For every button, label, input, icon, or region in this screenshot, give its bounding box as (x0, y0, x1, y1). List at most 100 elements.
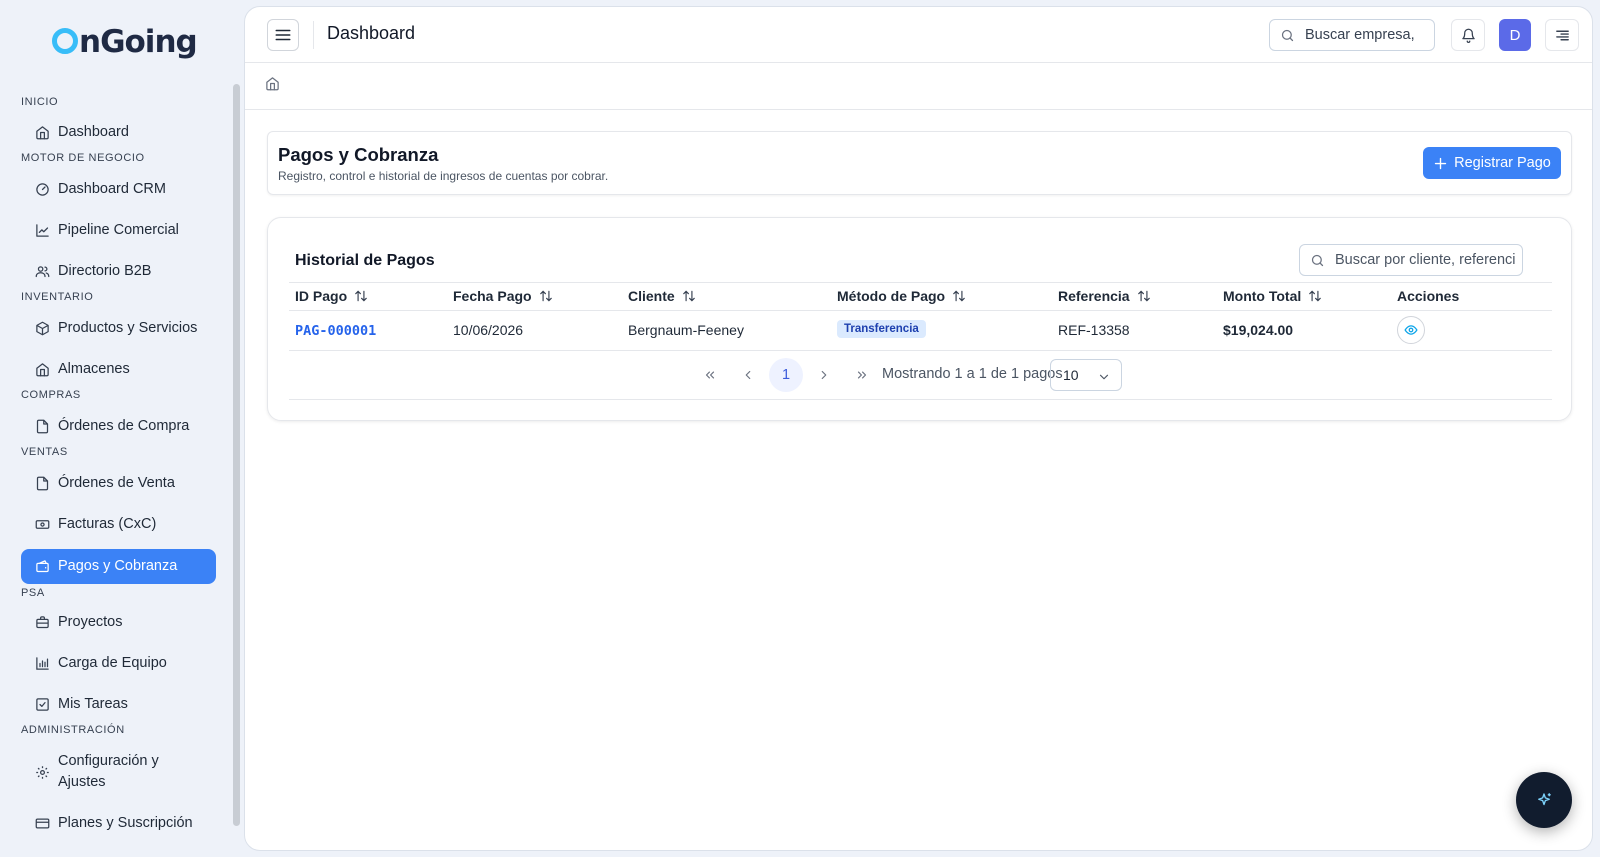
sidebar-item-label: Proyectos (58, 614, 123, 630)
file-icon (36, 419, 49, 434)
column-header-label: Acciones (1397, 288, 1460, 304)
sidebar-item-almacenes[interactable]: Almacenes (21, 359, 216, 380)
chart-line-icon (36, 224, 49, 237)
sidebar-item-pipeline[interactable]: Pipeline Comercial (21, 220, 216, 241)
column-header-label: ID Pago (295, 288, 348, 304)
sidebar-nav: INICIO Dashboard MOTOR DE NEGOCIO Dashbo… (0, 90, 226, 857)
total-amount: $19,024.00 (1223, 322, 1294, 338)
logo-o-mark (52, 28, 78, 54)
table-title: Historial de Pagos (295, 252, 435, 269)
global-search[interactable] (1269, 19, 1435, 51)
prev-page-button[interactable] (731, 358, 765, 392)
column-header-id[interactable]: ID Pago (295, 288, 368, 304)
section-label-inventario: INVENTARIO (21, 291, 94, 303)
search-icon (1311, 254, 1324, 266)
sidebar-item-label: Pagos y Cobranza (58, 558, 178, 574)
sort-icon (682, 290, 695, 302)
section-label-admin: ADMINISTRACIÓN (21, 724, 125, 736)
chevron-left-icon (745, 370, 751, 380)
last-page-button[interactable] (845, 358, 879, 392)
column-header-label: Método de Pago (837, 288, 946, 304)
column-header-fecha[interactable]: Fecha Pago (453, 288, 553, 304)
topbar-divider (313, 21, 314, 49)
client-name: Bergnaum-Feeney (628, 322, 744, 338)
section-label-psa: PSA (21, 587, 45, 599)
sidebar-item-label: Planes y Suscripción (58, 815, 193, 831)
sort-icon (1137, 290, 1150, 302)
plus-icon (1434, 157, 1447, 169)
sidebar-item-label: Facturas (CxC) (58, 516, 157, 532)
reference: REF-13358 (1058, 322, 1130, 338)
section-label-motor: MOTOR DE NEGOCIO (21, 152, 145, 164)
sidebar-item-facturas[interactable]: Facturas (CxC) (21, 514, 216, 535)
sidebar-item-pagos[interactable]: Pagos y Cobranza (21, 549, 216, 584)
sidebar-item-proyectos[interactable]: Proyectos (21, 612, 216, 633)
topbar: Dashboard D (245, 7, 1592, 63)
column-header-monto[interactable]: Monto Total (1223, 288, 1322, 304)
breadcrumb (245, 63, 1592, 110)
sidebar-item-directorio[interactable]: Directorio B2B (21, 261, 216, 282)
sidebar-item-label: Mis Tareas (58, 696, 128, 712)
app-logo[interactable]: nGoing (52, 24, 198, 60)
sidebar-item-ordenes-compra[interactable]: Órdenes de Compra (21, 416, 216, 437)
payments-table-card: Historial de Pagos ID Pago Fecha Pago Cl… (267, 217, 1572, 421)
column-header-label: Referencia (1058, 288, 1130, 304)
register-payment-label: Registrar Pago (1454, 155, 1551, 171)
first-page-button[interactable] (693, 358, 727, 392)
chevrons-left-icon (705, 371, 715, 379)
sidebar-item-tareas[interactable]: Mis Tareas (21, 694, 216, 715)
right-panel-button[interactable] (1545, 19, 1579, 51)
sidebar-item-label: Dashboard (58, 124, 129, 140)
column-header-metodo[interactable]: Método de Pago (837, 288, 966, 304)
sidebar-item-label: Pipeline Comercial (58, 222, 179, 238)
banknote-icon (35, 520, 50, 529)
table-search-input[interactable] (1335, 252, 1515, 268)
section-label-inicio: INICIO (21, 96, 59, 108)
column-header-label: Monto Total (1223, 288, 1302, 304)
home-icon[interactable] (265, 76, 280, 91)
pagination: 1 Mostrando 1 a 1 de 1 pagos 10 (289, 351, 1552, 400)
sidebar-item-productos[interactable]: Productos y Servicios (21, 318, 216, 339)
page-header-card: Pagos y Cobranza Registro, control e his… (267, 131, 1572, 195)
global-search-input[interactable] (1305, 27, 1415, 43)
column-header-cliente[interactable]: Cliente (628, 288, 696, 304)
chevron-down-icon (1099, 374, 1109, 380)
file-icon (36, 476, 49, 491)
page-size-select[interactable]: 10 (1050, 359, 1122, 391)
view-payment-button[interactable] (1397, 316, 1425, 344)
box-icon (36, 321, 49, 336)
sidebar-item-dashboard-crm[interactable]: Dashboard CRM (21, 179, 216, 200)
ai-assistant-button[interactable] (1516, 772, 1572, 828)
credit-card-icon (35, 818, 50, 829)
sidebar-item-label: Órdenes de Compra (58, 418, 190, 434)
sidebar-item-config[interactable]: Configuración y Ajustes (21, 751, 196, 793)
page-number-button[interactable]: 1 (769, 358, 803, 392)
chevron-right-icon (821, 370, 827, 380)
sidebar-item-ordenes-venta[interactable]: Órdenes de Venta (21, 473, 216, 494)
notifications-button[interactable] (1451, 19, 1485, 51)
bar-chart-icon (36, 657, 49, 670)
home-icon (36, 126, 49, 140)
sidebar-item-label: Almacenes (58, 361, 130, 377)
payment-id-link[interactable]: PAG-000001 (295, 323, 376, 339)
menu-toggle-button[interactable] (267, 19, 299, 51)
bell-icon (1461, 28, 1475, 43)
column-header-label: Cliente (628, 288, 675, 304)
pagination-info: Mostrando 1 a 1 de 1 pagos (882, 366, 1063, 382)
gear-icon (36, 765, 49, 779)
sidebar-item-planes[interactable]: Planes y Suscripción (21, 813, 216, 834)
sidebar-scrollbar[interactable] (233, 84, 240, 826)
sidebar: nGoing INICIO Dashboard MOTOR DE NEGOCIO… (0, 0, 240, 857)
sidebar-item-dashboard[interactable]: Dashboard (21, 122, 216, 143)
column-header-referencia[interactable]: Referencia (1058, 288, 1151, 304)
section-label-ventas: VENTAS (21, 446, 68, 458)
sidebar-item-carga[interactable]: Carga de Equipo (21, 653, 216, 674)
register-payment-button[interactable]: Registrar Pago (1423, 147, 1561, 179)
table-search[interactable] (1299, 244, 1523, 276)
chevrons-right-icon (857, 371, 867, 379)
avatar[interactable]: D (1499, 19, 1531, 51)
next-page-button[interactable] (807, 358, 841, 392)
sidebar-item-label: Dashboard CRM (58, 181, 166, 197)
page-subtitle: Registro, control e historial de ingreso… (278, 169, 609, 183)
briefcase-icon (36, 616, 49, 629)
